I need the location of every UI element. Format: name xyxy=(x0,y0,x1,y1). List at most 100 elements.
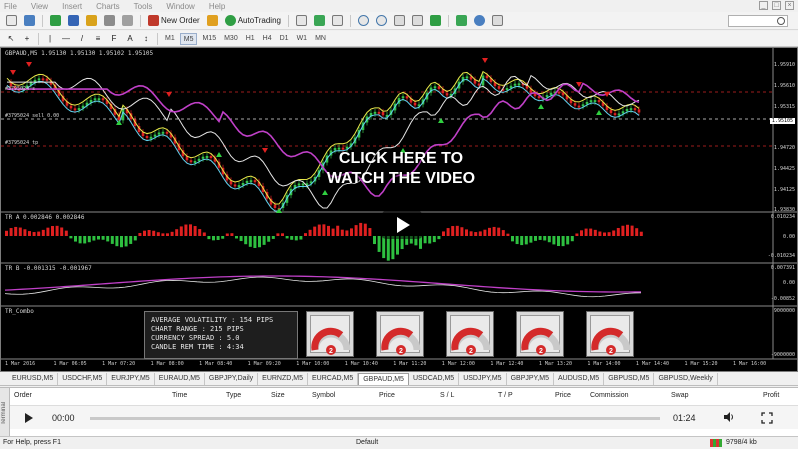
timeframe-d1[interactable]: D1 xyxy=(277,33,292,45)
time-tick: 1 Mar 11:20 xyxy=(393,361,427,367)
zoom-out-button[interactable] xyxy=(374,14,389,28)
menu-help[interactable]: Help xyxy=(209,2,225,11)
terminal-button[interactable] xyxy=(102,14,117,28)
fibonacci-button[interactable]: F xyxy=(107,32,121,46)
col-sl[interactable]: S / L xyxy=(440,392,454,399)
timeframe-m15[interactable]: M15 xyxy=(199,33,219,45)
gauge-value: 2 xyxy=(539,348,543,355)
auto-trading-button[interactable]: AutoTrading xyxy=(223,14,283,28)
metaeditor-button[interactable] xyxy=(205,14,220,28)
indicators-button[interactable] xyxy=(454,14,469,28)
chart-tab-usdchf-m5[interactable]: USDCHF,M5 xyxy=(58,372,108,385)
tr-a-bar xyxy=(97,236,100,240)
col-time[interactable]: Time xyxy=(172,392,187,399)
col-commission[interactable]: Commission xyxy=(590,392,629,399)
candle-body xyxy=(413,102,417,106)
data-window-button[interactable] xyxy=(66,14,81,28)
timeframe-h4[interactable]: H4 xyxy=(260,33,275,45)
tr-a-tick-2: 0.00 xyxy=(782,234,795,240)
horizontal-line-button[interactable]: — xyxy=(59,32,73,46)
restore-icon[interactable]: □ xyxy=(772,1,781,10)
col-size[interactable]: Size xyxy=(271,392,285,399)
timeframe-h1[interactable]: H1 xyxy=(243,33,258,45)
trendline-button[interactable]: / xyxy=(75,32,89,46)
cursor-button[interactable]: ↖ xyxy=(4,32,18,46)
chart-tab-audusd-m5[interactable]: AUDUSD,M5 xyxy=(554,372,605,385)
fibonacci-icon: F xyxy=(111,34,117,43)
timeframe-m1[interactable]: M1 xyxy=(162,33,178,45)
chart-window[interactable]: GBPAUD,M5 1.95130 1.95130 1.95102 1.9510… xyxy=(0,47,798,372)
new-order-button[interactable]: New Order xyxy=(146,14,202,28)
timeframe-w1[interactable]: W1 xyxy=(294,33,311,45)
chart-tab-eurjpy-m5[interactable]: EURJPY,M5 xyxy=(107,372,155,385)
timeframe-m5[interactable]: M5 xyxy=(179,32,198,45)
chart-tab-gbpjpy-daily[interactable]: GBPJPY,Daily xyxy=(205,372,259,385)
crosshair-button[interactable]: + xyxy=(20,32,34,46)
autoscroll-button[interactable] xyxy=(428,14,443,28)
terminal-side-handle[interactable]: Terminal xyxy=(0,388,10,438)
chart-shift-button[interactable] xyxy=(410,14,425,28)
menu-charts[interactable]: Charts xyxy=(96,2,120,11)
chart-tab-gbpusd-weekly[interactable]: GBPUSD,Weekly xyxy=(654,372,718,385)
line-studies-toolbar: ↖ + | — / ≡ F A ↕ M1 M5 M15 M30 H1 H4 D1… xyxy=(0,31,798,47)
col-current-price[interactable]: Price xyxy=(555,392,571,399)
bar-chart-button[interactable] xyxy=(294,14,309,28)
candlestick-button[interactable] xyxy=(312,14,327,28)
chart-tab-gbpaud-m5[interactable]: GBPAUD,M5 xyxy=(358,372,409,385)
sell-arrow-icon xyxy=(166,92,172,97)
stat-currency-spread: CURRENCY SPREAD : 5.0 xyxy=(151,334,240,342)
search-input[interactable] xyxy=(728,15,788,27)
tile-windows-button[interactable] xyxy=(392,14,407,28)
chart-tab-gbpjpy-m5[interactable]: GBPJPY,M5 xyxy=(507,372,554,385)
chart-tab-eurnzd-m5[interactable]: EURNZD,M5 xyxy=(258,372,308,385)
col-profit[interactable]: Profit xyxy=(763,392,779,399)
new-chart-button[interactable] xyxy=(4,14,19,28)
play-icon[interactable] xyxy=(25,413,33,423)
menu-view[interactable]: View xyxy=(31,2,48,11)
periods-button[interactable] xyxy=(472,14,487,28)
text-button[interactable]: A xyxy=(123,32,137,46)
chart-tab-usdcad-m5[interactable]: USDCAD,M5 xyxy=(409,372,460,385)
arrows-button[interactable]: ↕ xyxy=(139,32,153,46)
menu-window[interactable]: Window xyxy=(166,2,194,11)
col-price[interactable]: Price xyxy=(379,392,395,399)
fullscreen-icon[interactable] xyxy=(761,412,773,424)
time-tick: 1 Mar 08:40 xyxy=(199,361,233,367)
close-icon[interactable]: × xyxy=(785,1,794,10)
terminal-icon xyxy=(104,15,115,26)
menu-insert[interactable]: Insert xyxy=(62,2,82,11)
gauge-5: 2 xyxy=(586,311,634,357)
menu-tools[interactable]: Tools xyxy=(134,2,153,11)
zoom-in-button[interactable] xyxy=(356,14,371,28)
timeframe-mn[interactable]: MN xyxy=(312,33,329,45)
profiles-button[interactable] xyxy=(22,14,37,28)
price-tick-2: 1.95610 xyxy=(773,83,795,89)
timeframe-m30[interactable]: M30 xyxy=(221,33,241,45)
chart-tab-gbpusd-m5[interactable]: GBPUSD,M5 xyxy=(604,372,655,385)
chart-tab-eurusd-m5[interactable]: EURUSD,M5 xyxy=(8,372,59,385)
tr-a-bar xyxy=(359,222,363,236)
menu-file[interactable]: File xyxy=(4,2,17,11)
chart-tab-euraud-m5[interactable]: EURAUD,M5 xyxy=(155,372,205,385)
chart-tab-usdjpy-m5[interactable]: USDJPY,M5 xyxy=(459,372,507,385)
col-swap[interactable]: Swap xyxy=(671,392,689,399)
chart-tab-eurcad-m5[interactable]: EURCAD,M5 xyxy=(308,372,359,385)
col-type[interactable]: Type xyxy=(226,392,241,399)
channel-button[interactable]: ≡ xyxy=(91,32,105,46)
volume-icon[interactable] xyxy=(723,411,735,423)
video-play-icon[interactable] xyxy=(381,211,423,239)
tester-button[interactable] xyxy=(120,14,135,28)
vertical-line-button[interactable]: | xyxy=(43,32,57,46)
minimize-icon[interactable]: _ xyxy=(759,1,768,10)
market-watch-button[interactable] xyxy=(48,14,63,28)
watch-video-overlay[interactable]: CLICK HERE TO WATCH THE VIDEO xyxy=(301,149,501,189)
seek-bar[interactable] xyxy=(90,417,660,420)
line-chart-button[interactable] xyxy=(330,14,345,28)
templates-button[interactable] xyxy=(490,14,505,28)
col-tp[interactable]: T / P xyxy=(498,392,513,399)
col-order[interactable]: Order xyxy=(14,392,32,399)
sell-arrow-icon xyxy=(10,70,16,75)
navigator-button[interactable] xyxy=(84,14,99,28)
candle-body xyxy=(629,108,633,111)
col-symbol[interactable]: Symbol xyxy=(312,392,335,399)
